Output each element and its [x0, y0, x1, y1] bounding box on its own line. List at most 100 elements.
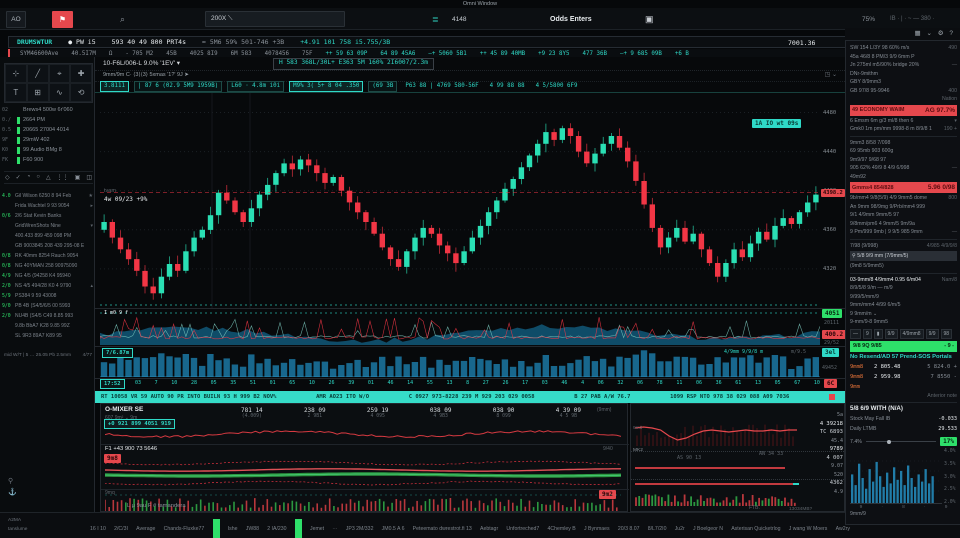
sidebar-mini-icon[interactable]: ◔ — [27, 174, 31, 181]
submit-button[interactable]: 9/8 9Q 9/85- 9 - — [850, 341, 957, 352]
symbol-list-row[interactable]: 9.8b BbA7 K28 9.85 99Z — [2, 321, 93, 331]
stat-row[interactable]: 905 62% 49/9 8 4/9 6/998— — [850, 164, 957, 173]
news-row[interactable]: GB 97/8 95-9946400 — [850, 87, 957, 96]
status-item[interactable]: JW88 — [246, 526, 259, 532]
user-icon[interactable]: ⚲ — [8, 477, 17, 485]
indicator-segment[interactable]: 3.8111 — [100, 81, 129, 92]
status-item[interactable]: Aw2ry — [836, 526, 850, 532]
news-row[interactable]: Jn 275ml m5/90% bridge 20%— — [850, 61, 957, 70]
watchlist-row[interactable]: 0./ 2664 PM — [2, 115, 93, 125]
indicator-segment[interactable]: 4 99 88 88 — [487, 82, 528, 91]
gauge-slider[interactable] — [866, 441, 936, 442]
sidebar-mini-icon[interactable]: △ — [46, 174, 51, 181]
stat-row[interactable]: 69 95mb 903 600g — [850, 147, 957, 156]
status-item[interactable]: JM0.5 A 6 — [382, 526, 405, 532]
search-input[interactable]: 200X ⟍ — [205, 11, 345, 27]
symbol-list-row[interactable]: GB 9003845 208 439 295-08 E — [2, 241, 93, 251]
indicator-segment[interactable]: 4 5/5800 6F9 — [533, 82, 581, 91]
news-row[interactable]: Gmk0 1m pm/mm 9998-8 m 8/9/8 1190 + — [850, 125, 957, 134]
stat-row[interactable]: 9m9/97 9/68 97 — [850, 156, 957, 165]
status-item[interactable] — [213, 519, 220, 538]
status-item[interactable]: J wang W Moers — [789, 526, 828, 532]
symbol-list-row[interactable]: 400.433 899 459 098 PM — [2, 231, 93, 241]
price-axis[interactable]: 448044404400436043204398.2 — [820, 93, 845, 308]
watchlist-row[interactable]: FK F60 900 — [2, 155, 93, 165]
drawing-tool-icon[interactable]: ⟲ — [70, 83, 92, 102]
indicator-segment[interactable]: | 87 6 (02.9 5M9 1959B) — [134, 81, 222, 92]
detail-row[interactable]: 9 Pm/999 9mb | 9 9/5 985 9mm— — [850, 228, 957, 237]
order-control[interactable]: 98 — [941, 329, 953, 339]
sidebar-mini-icon[interactable]: ▣ — [75, 174, 81, 181]
position-row[interactable]: 9mm8 2 805.48 5 824.0 + — [850, 362, 957, 372]
orders-label[interactable]: Odds Enters — [550, 16, 592, 23]
order-control[interactable]: 9/9 — [926, 329, 939, 339]
news-row[interactable]: DNr-9mithm — [850, 70, 957, 79]
indicator-segment[interactable]: (69 3B — [368, 81, 397, 92]
status-item[interactable]: 16 I 10 — [90, 526, 106, 532]
symbol-list-row[interactable]: 0/8 RK 40mm 8254 Rauch 9054 — [2, 251, 93, 261]
symbol-selector[interactable]: 10-F6L/006-L 9.0% '1EV' ▾ — [103, 59, 180, 67]
status-item[interactable]: JP3 2M/332 — [346, 526, 374, 532]
symbol-list-row[interactable]: 9/0 PB 4B (S4/5/6/5 00 5993 — [2, 301, 93, 311]
search-icon[interactable]: ⌕ — [120, 14, 125, 25]
status-item[interactable]: Ishe — [228, 526, 238, 532]
selected-row[interactable]: ⚲ 5/8 9/9 mm (7/9mm/5) — [850, 251, 957, 261]
symbol-list-row[interactable]: 0/6 2/6 Stat Kevin Banks — [2, 211, 93, 221]
gauge-handle[interactable] — [887, 440, 891, 444]
order-control[interactable]: 4/9mm8 — [900, 329, 924, 339]
news-row[interactable]: GBY 8/9mm3 — [850, 78, 957, 87]
zoom-level[interactable]: 75% — [862, 16, 875, 23]
sidebar-mini-icon[interactable]: ◇ — [5, 174, 10, 181]
news-row[interactable]: 6 Emsm 6m g/3 ml/8 then 6▾ — [850, 117, 957, 126]
order-control[interactable]: ▮ — [874, 329, 883, 339]
detail-row[interactable]: 9/8mm/pm6 4 9mm/5 9m/9a — [850, 220, 957, 229]
layout-panes-icon[interactable]: ◳ ⌄ — [825, 71, 837, 78]
status-item[interactable]: ⋯ — [332, 526, 337, 532]
form-field[interactable]: 9mm/mm4 4/99 6/m/5 — [850, 301, 957, 310]
watchlist-row[interactable]: 9F 29mW 402 — [2, 135, 93, 145]
order-control[interactable]: — — [850, 329, 861, 339]
status-item[interactable]: Asterisan Quicketrlog — [731, 526, 780, 532]
drawing-tool-icon[interactable]: ╱ — [27, 64, 49, 83]
detail-row[interactable]: 9b/mm4 9/8(5/9) 4/9 9mm5 dome800 — [850, 194, 957, 203]
status-item[interactable]: Average — [136, 526, 155, 532]
sidebar-mini-icon[interactable]: ⋮⋮ — [57, 174, 69, 181]
status-item[interactable]: J Bynmaes — [584, 526, 610, 532]
stat-row[interactable]: 49m92 — [850, 173, 957, 182]
form-field[interactable]: 9-mm/9-8 9mm5 — [850, 318, 957, 327]
symbol-list-row[interactable]: Frida Wachtel 9 93 9054 ▸ — [2, 201, 93, 211]
form-field[interactable]: 8/9/5/8 9/m — m/9 — [850, 284, 957, 293]
second-alert-row[interactable]: Gmms4 854/8285.96 0/98 — [850, 182, 957, 193]
status-item[interactable]: Unfortreched7 — [506, 526, 539, 532]
status-item[interactable]: Peteemato dwrestrot.fi 13 — [413, 526, 472, 532]
indicator-segment[interactable]: M9% 3( 5+ 8 04 .350 — [289, 81, 363, 92]
drawing-tool-icon[interactable]: T — [5, 83, 27, 102]
form-field[interactable]: 9/99/5/mm/9 — [850, 293, 957, 302]
chart-subheader-text[interactable]: 9mm/9m C· ⟨3⟩⟨3⟩ 5xmas '1?' 9J ➤ — [103, 72, 189, 78]
symbol-list-row[interactable]: SL 9R3 89A7 K89 95 — [2, 331, 93, 341]
drawing-tool-icon[interactable]: ⌖ — [49, 64, 71, 83]
status-item[interactable]: Jemet — [310, 526, 324, 532]
drawing-tool-icon[interactable]: ⊞ — [27, 83, 49, 102]
drawing-tool-icon[interactable]: ✚ — [70, 64, 92, 83]
position-row[interactable]: 9mm8 2 959.98 7 8550 - — [850, 372, 957, 382]
form-field[interactable]: 9 9mm/m ⌄ — [850, 310, 957, 319]
time-axis[interactable]: 0371028053551016510263901461455138272617… — [135, 380, 820, 390]
indicator-segment[interactable]: L60 · 4.8m i0i — [227, 81, 284, 92]
window-menu-button[interactable]: AO — [6, 11, 26, 28]
status-item[interactable]: 2 IA/230 — [267, 526, 286, 532]
status-item[interactable]: Ju2r — [675, 526, 685, 532]
status-item[interactable]: Aebtagr — [480, 526, 498, 532]
drawing-tool-icon[interactable]: ⊹ — [5, 64, 27, 83]
status-item[interactable]: 20/3 8.07 — [618, 526, 640, 532]
sidebar-mini-icon[interactable]: ✓ — [16, 174, 21, 181]
sidebar-mini-icon[interactable]: ◫ — [86, 174, 92, 181]
status-item[interactable]: 2/C/3I — [114, 526, 128, 532]
watchlist-row[interactable]: K0 99 Audio BMg 8 — [2, 145, 93, 155]
symbol-list-row[interactable]: 4/9 NG 4/5 (94258 K4 95940 — [2, 271, 93, 281]
symbol-list-row[interactable]: 4.0 Gil Wilson 6250 8 94 Feb ★ — [2, 191, 93, 201]
economy-alert-row[interactable]: 49 ECONOMY WAIMAG 97.7% — [850, 105, 957, 116]
order-control[interactable]: 9/9 — [885, 329, 898, 339]
drawing-tool-icon[interactable]: ∿ — [49, 83, 71, 102]
status-item[interactable]: Chands-Fluxke77 — [164, 526, 205, 532]
